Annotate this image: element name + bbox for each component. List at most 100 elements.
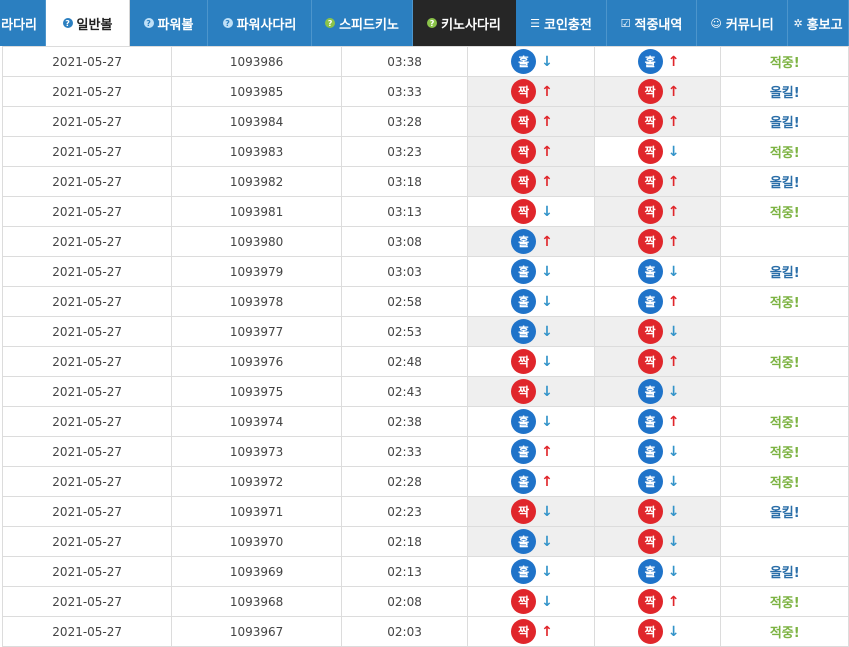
odd-ball: 홀 (637, 439, 663, 464)
arrow-up-icon: ↑ (541, 443, 553, 460)
table-row: 2021-05-27 1093984 03:28 짝 ↑ 짝 ↑ 올킬! (1, 106, 849, 137)
even-ball: 짝 (511, 109, 537, 134)
tab-3[interactable]: ? 파워사다리 (208, 0, 312, 46)
tab-8[interactable]: ☺ 커뮤니티 (697, 0, 788, 46)
date-cell: 2021-05-27 (1, 496, 173, 527)
odd-ball: 홀 (511, 559, 537, 584)
result-cell: 홀 ↑ (467, 226, 595, 257)
arrow-up-icon: ↑ (541, 143, 553, 160)
result-cell: 짝 ↓ (467, 376, 595, 407)
tab-9[interactable]: ✲ 홍보고 (788, 0, 849, 46)
status-cell: 적중! (720, 406, 849, 437)
odd-ball: 홀 (637, 409, 663, 434)
arrow-up-icon: ↑ (667, 593, 680, 610)
tab-6[interactable]: ☰ 코인충전 (516, 0, 607, 46)
even-ball: 짝 (637, 229, 663, 254)
time-cell: 03:23 (340, 136, 469, 167)
round-cell: 1093978 (171, 286, 342, 317)
time-cell: 02:03 (340, 616, 469, 647)
arrow-down-icon: ↓ (541, 263, 553, 280)
even-ball: 짝 (511, 589, 537, 614)
status-cell (720, 376, 849, 407)
result-group: 짝 ↓ (637, 499, 679, 524)
odd-ball: 홀 (511, 439, 537, 464)
result-cell: 짝 ↑ (593, 586, 722, 617)
result-cell: 짝 ↑ (593, 106, 722, 137)
even-ball: 짝 (637, 79, 663, 104)
result-cell: 홀 ↓ (593, 376, 722, 407)
status-cell: 적중! (720, 616, 849, 647)
result-group: 홀 ↓ (637, 559, 679, 584)
round-cell: 1093973 (171, 436, 342, 467)
arrow-up-icon: ↑ (541, 113, 553, 130)
result-group: 짝 ↑ (637, 349, 679, 374)
odd-ball: 홀 (511, 229, 537, 254)
result-cell: 홀 ↑ (593, 286, 722, 317)
time-cell: 03:28 (340, 106, 469, 137)
result-group: 짝 ↑ (511, 619, 553, 644)
time-cell: 03:13 (340, 196, 469, 227)
status-badge: 적중! (769, 146, 800, 161)
date-cell: 2021-05-27 (1, 166, 173, 197)
arrow-down-icon: ↓ (667, 323, 680, 340)
even-ball: 짝 (511, 379, 537, 404)
result-cell: 짝 ↑ (593, 166, 722, 197)
arrow-up-icon: ↑ (667, 173, 680, 190)
result-cell: 홀 ↓ (467, 526, 595, 557)
round-cell: 1093977 (171, 316, 342, 347)
question-circle-icon: ? (427, 18, 438, 28)
odd-ball: 홀 (637, 49, 663, 74)
time-cell: 03:38 (340, 46, 469, 77)
arrow-down-icon: ↓ (541, 413, 553, 430)
tab-4[interactable]: ? 스피드키노 (312, 0, 413, 46)
status-badge: 적중! (769, 206, 800, 221)
odd-ball: 홀 (511, 289, 537, 314)
tab-0[interactable]: 라다리 (0, 0, 46, 46)
round-cell: 1093968 (171, 586, 342, 617)
odd-ball: 홀 (637, 259, 663, 284)
result-group: 홀 ↑ (511, 439, 553, 464)
tab-5[interactable]: ? 키노사다리 (413, 0, 516, 46)
arrow-up-icon: ↑ (541, 173, 553, 190)
result-cell: 짝 ↓ (593, 316, 722, 347)
arrow-down-icon: ↓ (667, 473, 680, 490)
status-cell: 적중! (720, 436, 849, 467)
result-group: 짝 ↓ (637, 139, 679, 164)
status-badge: 적중! (769, 56, 800, 71)
even-ball: 짝 (637, 109, 663, 134)
tab-7[interactable]: ☑ 적중내역 (607, 0, 697, 46)
time-cell: 02:38 (340, 406, 469, 437)
table-row: 2021-05-27 1093979 03:03 홀 ↓ 홀 ↓ 올킬! (1, 256, 849, 287)
question-circle-icon: ? (62, 18, 73, 28)
tab-label: 코인충전 (544, 17, 592, 33)
tab-2[interactable]: ? 파워볼 (130, 0, 208, 46)
date-cell: 2021-05-27 (1, 556, 173, 587)
round-cell: 1093979 (171, 256, 342, 287)
odd-ball: 홀 (637, 289, 663, 314)
result-group: 짝 ↓ (511, 349, 553, 374)
even-ball: 짝 (511, 499, 537, 524)
result-cell: 짝 ↑ (467, 166, 595, 197)
status-cell: 적중! (720, 136, 849, 167)
arrow-down-icon: ↓ (667, 263, 680, 280)
table-row: 2021-05-27 1093969 02:13 홀 ↓ 홀 ↓ 올킬! (1, 556, 849, 587)
tab-label: 홍보고 (806, 17, 843, 33)
round-cell: 1093967 (171, 616, 342, 647)
table-row: 2021-05-27 1093983 03:23 짝 ↑ 짝 ↓ 적중! (1, 136, 849, 167)
result-group: 짝 ↑ (637, 169, 680, 194)
arrow-down-icon: ↓ (541, 383, 553, 400)
round-cell: 1093971 (171, 496, 342, 527)
result-cell: 짝 ↑ (467, 616, 595, 647)
status-badge: 적중! (769, 476, 800, 491)
status-cell (720, 316, 849, 347)
result-group: 짝 ↓ (637, 319, 680, 344)
even-ball: 짝 (637, 499, 663, 524)
odd-ball: 홀 (511, 49, 537, 74)
time-cell: 02:08 (340, 586, 469, 617)
status-cell: 올킬! (720, 556, 849, 587)
tab-1[interactable]: ? 일반볼 (46, 0, 130, 46)
status-badge: 올킬! (769, 176, 800, 191)
status-badge: 올킬! (769, 566, 800, 581)
result-cell: 짝 ↑ (467, 76, 595, 107)
status-badge: 적중! (769, 446, 800, 461)
